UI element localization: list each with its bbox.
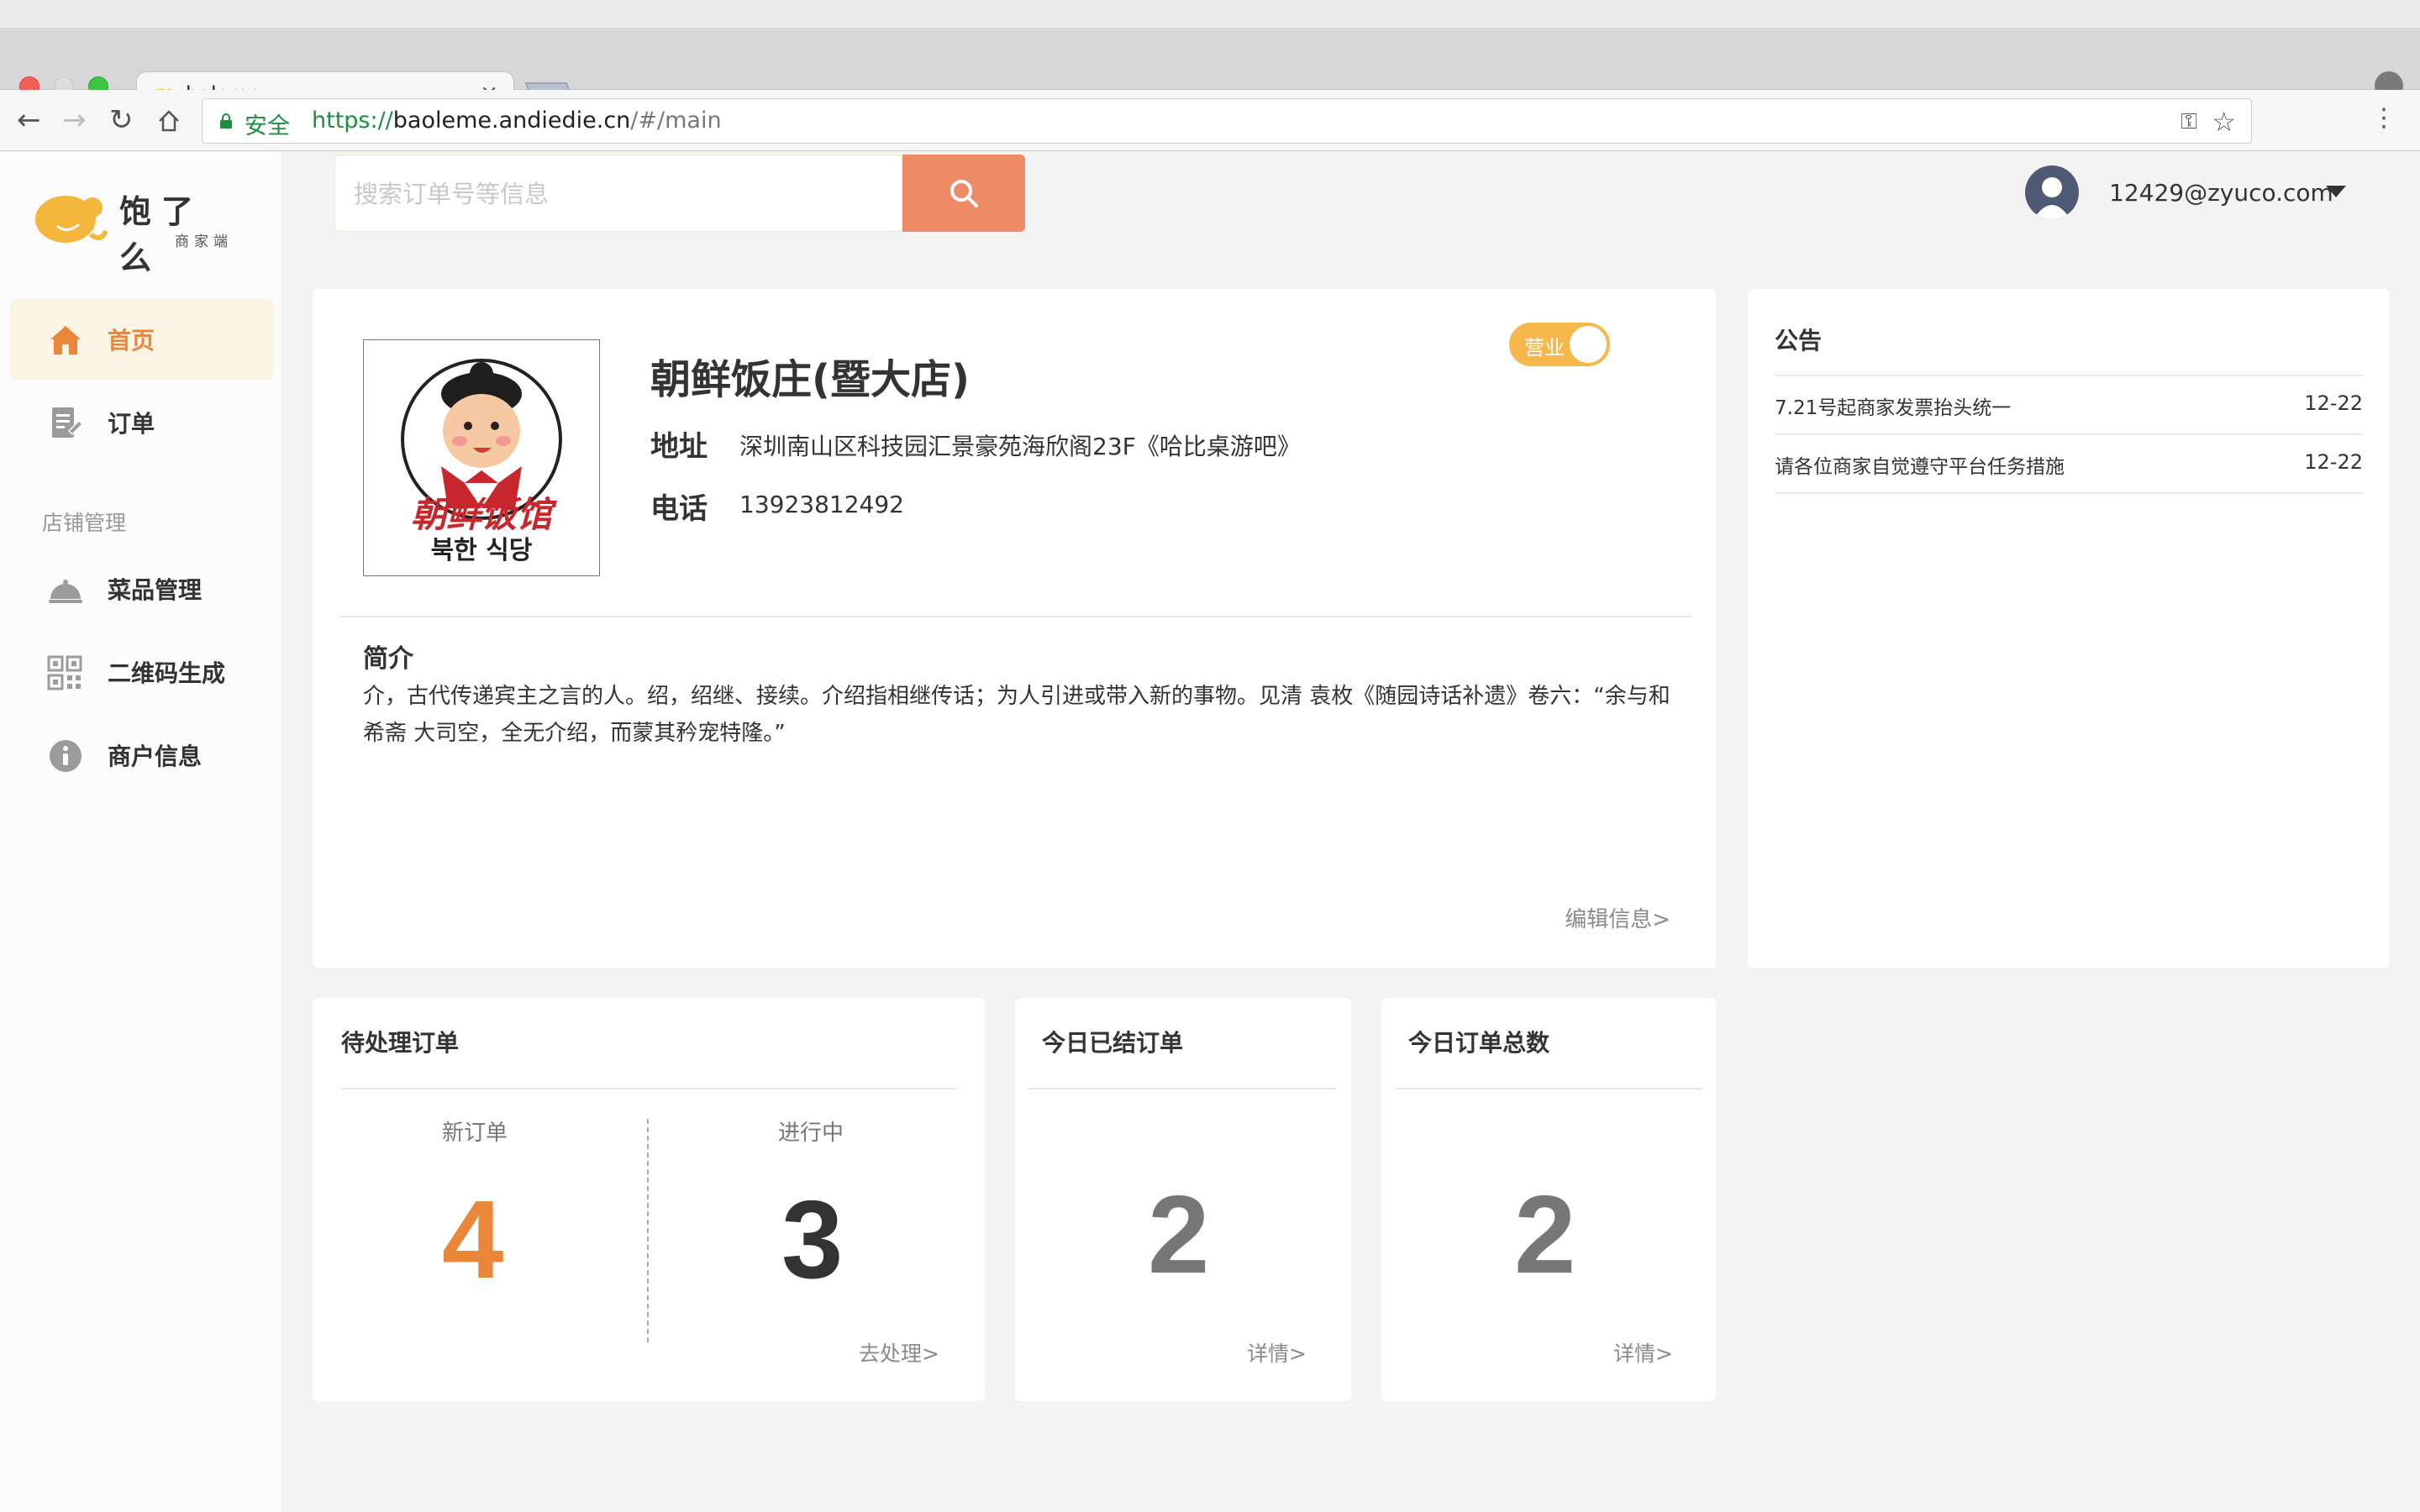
dish-icon — [49, 580, 82, 603]
lock-icon — [220, 113, 232, 129]
window-title-strip — [0, 0, 2420, 28]
search-button[interactable] — [902, 155, 1025, 232]
total-count: 2 — [1514, 1173, 1576, 1296]
sidebar-item-dishes[interactable]: 菜品管理 — [10, 549, 274, 629]
sidebar-item-label: 商户信息 — [108, 743, 203, 770]
dashed-divider — [647, 1119, 649, 1342]
business-status-toggle[interactable]: 营业 — [1509, 323, 1610, 366]
user-avatar-icon — [2033, 177, 2070, 219]
address-label: 地址 — [650, 430, 708, 464]
intro-text: 介，古代传递宾主之言的人。绍，绍继、接续。介绍指相继传话；为人引进或带入新的事物… — [363, 684, 1670, 746]
search-input[interactable] — [354, 176, 858, 213]
app-root: 饱了么 商家端 首页 订单 店铺管理 菜品管理 二维码生成 商户信息 搜索订单号… — [0, 152, 2420, 1512]
notice-item[interactable]: 请各位商家自觉遵守平台任务措施 12-22 — [1775, 433, 2363, 492]
sidebar-item-merchant-info[interactable]: 商户信息 — [10, 715, 274, 795]
key-icon[interactable]: ⚿ — [2181, 109, 2197, 135]
details-link[interactable]: 详情> — [1247, 1337, 1307, 1368]
pending-orders-card: 待处理订单 新订单 4 进行中 3 去处理> — [313, 998, 985, 1401]
sidebar-item-orders[interactable]: 订单 — [10, 382, 274, 463]
new-orders-label: 新订单 — [442, 1121, 508, 1146]
shop-name: 朝鲜饭庄(暨大店) — [650, 356, 970, 403]
notice-text: 请各位商家自觉遵守平台任务措施 — [1775, 456, 2065, 478]
stat-title: 待处理订单 — [341, 1029, 460, 1057]
divider — [339, 616, 1692, 617]
browser-tab-bar: baleme × — [0, 28, 2420, 118]
search-icon — [950, 180, 978, 207]
info-icon — [50, 740, 82, 772]
home-browser-icon[interactable] — [156, 108, 182, 134]
toggle-knob — [1570, 326, 1607, 363]
notice-date: 12-22 — [2304, 391, 2363, 415]
shop-info-card: 朝鲜饭馆 북한 식당 朝鲜饭庄(暨大店) 地址 深圳南山区科技园汇景豪苑海欣阁2… — [313, 289, 1716, 968]
sidebar-section-label: 店铺管理 — [42, 511, 127, 535]
notice-item[interactable]: 7.21号起商家发票抬头统一 12-22 — [1775, 375, 2363, 433]
browser-menu-icon[interactable]: ⋮ — [2371, 103, 2396, 133]
sidebar-item-qrcode[interactable]: 二维码生成 — [10, 632, 274, 712]
logo-hangul-text: 북한 식당 — [431, 536, 533, 565]
shop-logo: 朝鲜饭馆 북한 식당 — [363, 339, 600, 576]
chevron-down-icon[interactable] — [2326, 186, 2346, 197]
divider — [1395, 1088, 1702, 1089]
sidebar-item-label: 二维码生成 — [108, 659, 226, 687]
avatar[interactable] — [2025, 165, 2079, 219]
phone-label: 电话 — [650, 492, 708, 526]
brand-logo[interactable]: 饱了么 商家端 — [32, 182, 242, 276]
brand-subtitle: 商家端 — [175, 234, 233, 250]
in-progress-label: 进行中 — [778, 1121, 844, 1146]
sidebar-item-label: 首页 — [108, 327, 155, 354]
home-icon — [50, 326, 81, 354]
process-link[interactable]: 去处理> — [859, 1337, 939, 1368]
sidebar-item-label: 订单 — [108, 410, 155, 438]
secure-label: 安全 — [245, 113, 290, 139]
total-orders-card: 今日订单总数 2 详情> — [1381, 998, 1716, 1401]
url-text: https://baoleme.andiedie.cn/#/main — [312, 108, 722, 134]
forward-icon[interactable]: → — [62, 103, 87, 137]
notice-divider — [1775, 492, 2363, 494]
stat-title: 今日订单总数 — [1408, 1029, 1550, 1057]
divider — [341, 1088, 956, 1089]
shop-phone: 13923812492 — [739, 491, 904, 518]
notice-title: 公告 — [1775, 327, 1823, 354]
browser-toolbar: ← → ↻ 安全 https://baoleme.andiedie.cn/#/m… — [0, 90, 2420, 151]
stat-title: 今日已结订单 — [1042, 1029, 1184, 1057]
notice-date: 12-22 — [2304, 450, 2363, 474]
sidebar-item-home[interactable]: 首页 — [10, 299, 274, 380]
finished-count: 2 — [1148, 1173, 1210, 1296]
shop-logo-image: 朝鲜饭馆 북한 식당 — [401, 359, 562, 565]
user-email[interactable]: 12429@zyuco.com — [2109, 179, 2333, 207]
notice-text: 7.21号起商家发票抬头统一 — [1775, 397, 2012, 419]
edit-info-link[interactable]: 编辑信息> — [1565, 902, 1670, 933]
in-progress-count[interactable]: 3 — [781, 1184, 843, 1295]
toggle-label: 营业 — [1524, 336, 1565, 360]
divider — [1028, 1088, 1336, 1089]
intro-title: 简介 — [363, 644, 413, 674]
finished-orders-card: 今日已结订单 2 详情> — [1015, 998, 1351, 1401]
shop-address: 深圳南山区科技园汇景豪苑海欣阁23F《哈比桌游吧》 — [739, 433, 1301, 460]
notice-card: 公告 7.21号起商家发票抬头统一 12-22 请各位商家自觉遵守平台任务措施 … — [1748, 289, 2390, 968]
sidebar-item-label: 菜品管理 — [108, 576, 203, 604]
details-link[interactable]: 详情> — [1613, 1337, 1673, 1368]
address-bar[interactable]: 安全 https://baoleme.andiedie.cn/#/main ⚿ … — [202, 98, 2252, 144]
order-icon — [52, 407, 84, 438]
search-box — [334, 155, 902, 232]
logo-hanzi-text: 朝鲜饭馆 — [411, 494, 557, 535]
reload-icon[interactable]: ↻ — [109, 103, 134, 137]
qrcode-icon — [47, 655, 82, 690]
bookmark-star-icon[interactable]: ☆ — [2212, 106, 2236, 138]
sidebar: 饱了么 商家端 首页 订单 店铺管理 菜品管理 二维码生成 商户信息 — [0, 152, 282, 1512]
new-orders-count[interactable]: 4 — [442, 1184, 503, 1295]
back-icon[interactable]: ← — [17, 103, 41, 137]
brand-mark-icon — [35, 196, 108, 243]
